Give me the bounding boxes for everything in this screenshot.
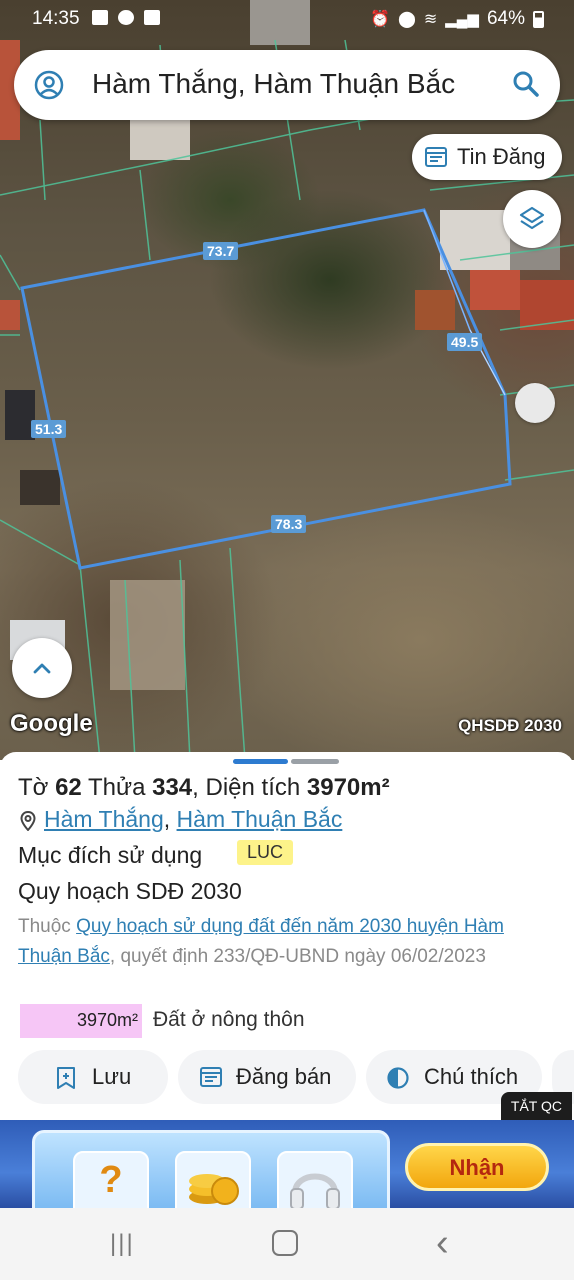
contrast-icon bbox=[387, 1067, 409, 1089]
headphones-tile bbox=[277, 1151, 353, 1208]
listing-icon bbox=[200, 1067, 222, 1087]
map-handle-button[interactable] bbox=[515, 383, 555, 423]
layers-button[interactable] bbox=[503, 190, 561, 248]
system-nav-bar: ||| ‹ bbox=[0, 1208, 574, 1280]
status-time: 14:35 bbox=[32, 8, 80, 29]
save-button[interactable]: Lưu bbox=[18, 1050, 168, 1104]
location-line: Hàm Thắng, Hàm Thuận Bắc bbox=[20, 806, 342, 833]
desc-prefix: Thuộc bbox=[18, 916, 71, 937]
commune-link[interactable]: Hàm Thắng bbox=[44, 806, 164, 832]
roof bbox=[520, 280, 574, 330]
roof bbox=[20, 470, 60, 505]
bookmark-add-icon bbox=[57, 1067, 75, 1089]
gallery-notification-icon bbox=[92, 10, 108, 25]
bare-ground bbox=[110, 580, 185, 690]
land-use-label: Mục đích sử dụng bbox=[18, 842, 203, 868]
coins-tile bbox=[175, 1151, 251, 1208]
search-query[interactable]: Hàm Thắng, Hàm Thuận Bắc bbox=[92, 68, 455, 100]
signal-icon: ▂▄▆ bbox=[445, 11, 479, 28]
search-icon[interactable] bbox=[512, 70, 540, 98]
dien-tich-value: 3970m² bbox=[306, 774, 390, 801]
parcel-info-sheet: Tờ 62 Thửa 334, Diện tích 3970m² Hàm Thắ… bbox=[0, 752, 574, 1120]
tin-dang-button[interactable]: Tin Đăng bbox=[412, 134, 562, 180]
status-bar: 14:35 ⏰ ⬤ ≋ ▂▄▆ 64% bbox=[0, 0, 574, 38]
desc-suffix: , quyết định 233/QĐ-UBND ngày 06/02/2023 bbox=[109, 946, 486, 967]
back-button[interactable]: ‹ bbox=[436, 1222, 449, 1265]
post-sale-label: Đăng bán bbox=[236, 1064, 332, 1089]
save-label: Lưu bbox=[92, 1064, 132, 1089]
messenger-notification-icon bbox=[118, 10, 134, 25]
roof bbox=[440, 210, 510, 270]
mystery-tile: ? bbox=[73, 1151, 149, 1208]
tin-dang-label: Tin Đăng bbox=[457, 144, 546, 169]
home-button[interactable] bbox=[272, 1230, 298, 1256]
land-use-badge: LUC bbox=[237, 840, 294, 865]
search-bar[interactable]: Hàm Thắng, Hàm Thuận Bắc bbox=[14, 50, 560, 120]
layer-tag: QHSDĐ 2030 bbox=[458, 716, 562, 735]
thua-label: Thửa bbox=[88, 774, 146, 801]
thua-number: 334 bbox=[152, 774, 193, 801]
dimension-label-left: 51.3 bbox=[31, 420, 67, 438]
district-link[interactable]: Hàm Thuận Bắc bbox=[177, 806, 343, 832]
parcel-outline[interactable] bbox=[20, 208, 512, 570]
dimension-label-right: 49.5 bbox=[447, 333, 483, 351]
listing-icon bbox=[425, 147, 447, 167]
question-mark-icon: ? bbox=[99, 1159, 123, 1201]
location-separator: , bbox=[163, 806, 171, 832]
location-icon: ⬤ bbox=[397, 11, 416, 28]
planning-title: Quy hoạch SDĐ 2030 bbox=[18, 878, 242, 904]
to-number: 62 bbox=[55, 774, 82, 801]
headphones-icon bbox=[290, 1173, 340, 1208]
ad-panel: ? bbox=[32, 1130, 390, 1208]
roof bbox=[415, 290, 455, 330]
account-icon[interactable] bbox=[34, 70, 64, 100]
expand-up-button[interactable] bbox=[12, 638, 72, 698]
sheet-handle[interactable] bbox=[233, 759, 288, 764]
roof bbox=[0, 300, 20, 330]
dimension-label-top: 73.7 bbox=[203, 242, 239, 260]
close-ad-button[interactable]: TẮT QC bbox=[500, 1092, 572, 1120]
location-pin-icon bbox=[20, 810, 36, 831]
layers-icon bbox=[519, 206, 545, 230]
parcel-title: Tờ 62 Thửa 334, Diện tích 3970m² bbox=[18, 774, 390, 802]
battery-percent: 64% bbox=[486, 8, 525, 29]
google-logo: Google bbox=[10, 710, 93, 737]
battery-icon bbox=[533, 10, 544, 28]
claim-button[interactable]: Nhận bbox=[405, 1143, 549, 1191]
post-sale-button[interactable]: Đăng bán bbox=[178, 1050, 356, 1104]
claim-label: Nhận bbox=[449, 1155, 505, 1180]
area-chip: 3970m² bbox=[20, 1004, 142, 1038]
ad-banner[interactable]: ? Nhận bbox=[0, 1120, 574, 1208]
planning-description: Thuộc Quy hoạch sử dụng đất đến năm 2030… bbox=[18, 912, 548, 972]
check-notification-icon bbox=[144, 10, 160, 25]
wifi-icon: ≋ bbox=[423, 11, 438, 28]
alarm-icon: ⏰ bbox=[370, 11, 390, 28]
sheet-handle-secondary[interactable] bbox=[291, 759, 339, 764]
chevron-up-icon bbox=[33, 663, 51, 674]
dimension-label-bottom: 78.3 bbox=[271, 515, 307, 533]
area-type: Đất ở nông thôn bbox=[153, 1008, 305, 1031]
roof bbox=[470, 270, 520, 310]
area-chip-value: 3970m² bbox=[76, 1010, 138, 1030]
legend-label: Chú thích bbox=[424, 1064, 519, 1089]
recent-apps-button[interactable]: ||| bbox=[110, 1230, 135, 1258]
dien-tich-label: , Diện tích bbox=[192, 774, 301, 801]
roof bbox=[130, 120, 190, 160]
to-label: Tờ bbox=[18, 774, 49, 801]
gold-coins-icon bbox=[189, 1174, 239, 1205]
